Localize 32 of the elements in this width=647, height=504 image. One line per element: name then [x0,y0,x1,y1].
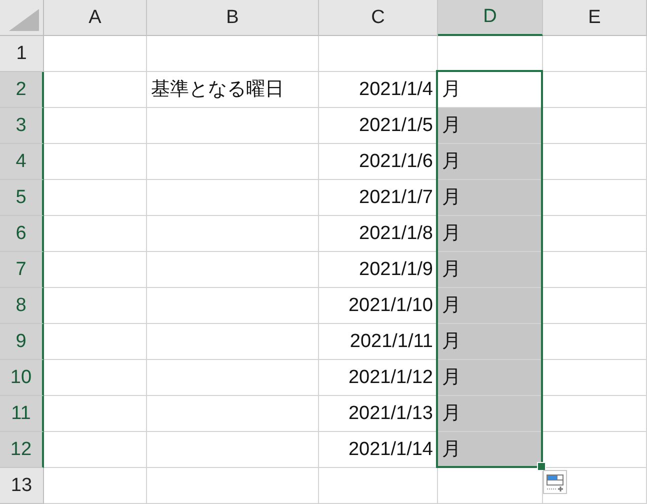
table-cell: 月 [438,324,543,360]
row-header[interactable]: 10 [0,360,44,396]
table-cell: 月 [438,180,543,216]
row-header[interactable]: 7 [0,252,44,288]
row-header[interactable]: 2 [0,72,44,108]
table-cell: 月 [438,396,543,432]
row-header[interactable]: 1 [0,36,44,72]
column-header[interactable]: B [147,0,319,36]
table-cell: 月 [438,144,543,180]
row-header[interactable]: 12 [0,432,44,468]
row-header[interactable]: 9 [0,324,44,360]
table-cell: 月 [438,252,543,288]
row-header[interactable]: 6 [0,216,44,252]
row-header[interactable]: 8 [0,288,44,324]
table-cell: 月 [438,360,543,396]
table-cell: 月 [438,288,543,324]
column-header[interactable]: E [543,0,647,36]
row-header[interactable]: 13 [0,468,44,504]
triangle-icon [9,9,39,31]
row-header[interactable]: 5 [0,180,44,216]
table-cell: 月 [438,108,543,144]
row-header[interactable]: 11 [0,396,44,432]
table-cell: 基準となる曜日 [147,72,319,108]
row-header[interactable]: 4 [0,144,44,180]
column-header[interactable]: A [44,0,147,36]
column-header[interactable]: D [438,0,543,36]
fill-handle[interactable] [537,462,546,471]
table-cell: 月 [438,216,543,252]
column-header[interactable]: C [319,0,438,36]
paste-options-icon[interactable] [543,470,567,494]
table-cell: 月 [438,432,543,468]
row-header[interactable]: 3 [0,108,44,144]
